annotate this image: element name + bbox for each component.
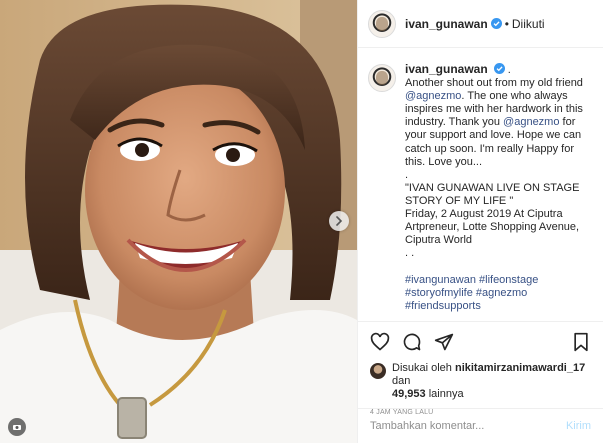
hashtag-links[interactable]: #friendsupports bbox=[405, 300, 591, 313]
action-bar bbox=[358, 322, 603, 362]
video-indicator bbox=[8, 418, 26, 436]
verified-badge-icon bbox=[490, 18, 502, 29]
caption-username[interactable]: ivan_gunawan bbox=[405, 62, 488, 76]
event-title: "IVAN GUNAWAN LIVE ON STAGE bbox=[405, 181, 580, 194]
post-sidebar: ivan_gunawan • Diikuti ivan_gunawan . An… bbox=[357, 0, 603, 443]
mention-link[interactable]: @agnezmo bbox=[503, 116, 559, 128]
likes-count[interactable]: 49,953 bbox=[392, 388, 426, 400]
caption-line: your support and love. Hope we can bbox=[405, 129, 582, 142]
caption-avatar[interactable] bbox=[368, 64, 396, 92]
mention-link[interactable]: @agnezmo bbox=[405, 90, 461, 102]
caption-text: ivan_gunawan . Another shout out from my… bbox=[405, 62, 591, 321]
header-separator: • bbox=[504, 16, 509, 31]
caption-line: catch up soon. I'm really Happy for bbox=[405, 142, 575, 155]
author-username[interactable]: ivan_gunawan bbox=[405, 17, 488, 31]
author-avatar[interactable] bbox=[368, 9, 396, 38]
event-date: Ciputra World bbox=[405, 234, 473, 247]
liker-username[interactable]: nikitamirzanimawardi_17 bbox=[455, 362, 585, 374]
caption-text-fragment: industry. Thank you bbox=[405, 116, 504, 129]
event-title: STORY OF MY LIFE " bbox=[405, 194, 514, 207]
follow-status-button[interactable]: Diikuti bbox=[512, 17, 545, 31]
likes-summary: Disukai oleh nikitamirzanimawardi_17 dan… bbox=[358, 362, 603, 401]
caption-line: this. Love you... bbox=[405, 155, 483, 168]
verified-badge-icon bbox=[493, 63, 505, 74]
likes-and: dan bbox=[392, 375, 411, 387]
post-header: ivan_gunawan • Diikuti bbox=[358, 0, 603, 48]
instagram-post: ivan_gunawan • Diikuti ivan_gunawan . An… bbox=[0, 0, 603, 443]
next-media-button[interactable] bbox=[329, 211, 349, 231]
liker-avatar[interactable] bbox=[370, 363, 386, 379]
comment-box: Kirim bbox=[358, 408, 603, 443]
post-comment-button[interactable]: Kirim bbox=[566, 420, 591, 432]
caption-dot: . bbox=[504, 64, 511, 76]
caption-line: . . bbox=[405, 247, 415, 260]
share-icon[interactable] bbox=[434, 332, 454, 352]
caption-line: Another shout out from my old friend bbox=[405, 77, 583, 90]
caption-text-fragment: for bbox=[559, 116, 576, 129]
likes-prefix: Disukai oleh bbox=[392, 362, 455, 374]
caption-line: . bbox=[405, 168, 409, 181]
engagement-section: Disukai oleh nikitamirzanimawardi_17 dan… bbox=[358, 321, 603, 416]
likes-suffix: lainnya bbox=[425, 388, 464, 400]
hashtag-links[interactable]: #storyofmylife #agnezmo bbox=[405, 287, 591, 300]
caption-line: inspires me with her hardwork in this bbox=[405, 103, 583, 116]
caption-text-fragment: . The one who always bbox=[461, 90, 568, 103]
likes-text: Disukai oleh nikitamirzanimawardi_17 dan… bbox=[392, 362, 591, 401]
caption-block: ivan_gunawan . Another shout out from my… bbox=[358, 49, 603, 321]
camera-icon bbox=[13, 425, 21, 430]
comment-icon[interactable] bbox=[402, 332, 422, 352]
caption-line: industry. Thank you @agnezmo for bbox=[405, 116, 591, 129]
event-date: Artpreneur, Lotte Shopping Avenue, bbox=[405, 221, 580, 234]
heart-icon[interactable] bbox=[370, 332, 390, 352]
event-date: Friday, 2 August 2019 At Ciputra bbox=[405, 208, 563, 221]
chevron-right-icon bbox=[336, 216, 343, 226]
selfie-photo bbox=[0, 0, 357, 443]
comment-input[interactable] bbox=[370, 420, 566, 432]
hashtag-links[interactable]: #ivangunawan #lifeonstage bbox=[405, 274, 591, 287]
bookmark-icon[interactable] bbox=[571, 332, 591, 352]
post-media[interactable] bbox=[0, 0, 357, 443]
caption-line: @agnezmo. The one who always bbox=[405, 90, 591, 103]
